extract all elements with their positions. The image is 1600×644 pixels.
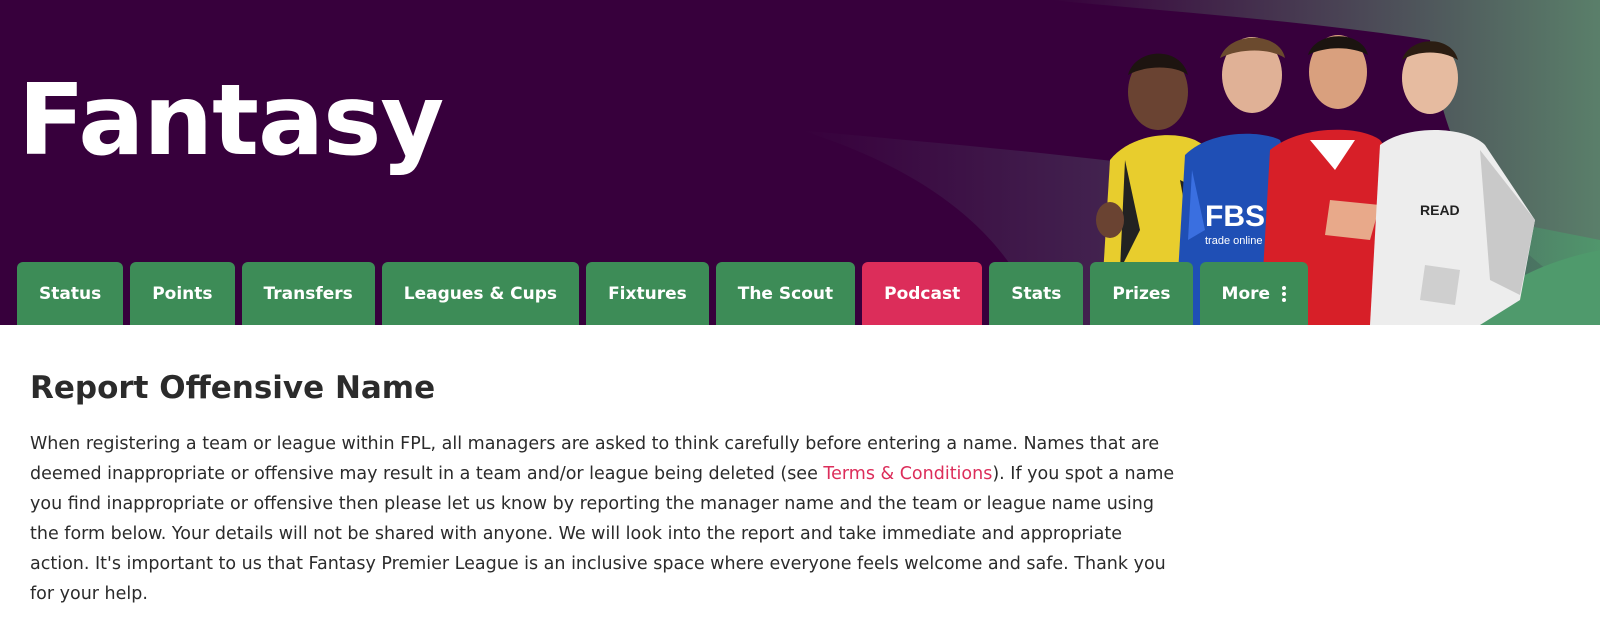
tab-stats[interactable]: Stats bbox=[989, 262, 1084, 325]
tab-label: Stats bbox=[1011, 283, 1062, 304]
section-heading: Report Offensive Name bbox=[30, 370, 436, 406]
tab-points[interactable]: Points bbox=[130, 262, 235, 325]
tab-label: Fixtures bbox=[608, 283, 687, 304]
shirt-text-fbs: FBS bbox=[1205, 200, 1265, 233]
player-goalkeeper: READ bbox=[1370, 41, 1535, 325]
intro-text-after-link: ). If you spot a name you find inappropr… bbox=[30, 464, 1175, 605]
tab-label: Leagues & Cups bbox=[403, 283, 558, 304]
shirt-text-trade-online: trade online bbox=[1205, 235, 1263, 247]
main-content: Report Offensive Name When registering a… bbox=[30, 370, 1180, 609]
tab-label: Prizes bbox=[1112, 283, 1171, 304]
tab-more[interactable]: More bbox=[1199, 262, 1309, 325]
tab-the-scout[interactable]: The Scout bbox=[715, 262, 856, 325]
tab-prizes[interactable]: Prizes bbox=[1090, 262, 1193, 325]
tab-leagues-cups[interactable]: Leagues & Cups bbox=[381, 262, 580, 325]
tab-label: Status bbox=[39, 283, 102, 304]
tab-podcast[interactable]: Podcast bbox=[862, 262, 983, 325]
shirt-text-read: READ bbox=[1420, 202, 1460, 218]
hero-header: Fantasy FBS trade online READ Status Poi… bbox=[0, 0, 1600, 325]
kebab-menu-icon bbox=[1282, 285, 1287, 302]
tab-label: Transfers bbox=[263, 283, 353, 304]
tab-transfers[interactable]: Transfers bbox=[241, 262, 375, 325]
tab-label: More bbox=[1221, 283, 1271, 304]
tab-status[interactable]: Status bbox=[17, 262, 124, 325]
page-title: Fantasy bbox=[18, 64, 444, 178]
page: Fantasy FBS trade online READ Status Poi… bbox=[0, 0, 1600, 644]
tab-label: Points bbox=[152, 283, 213, 304]
tab-label: The Scout bbox=[737, 283, 834, 304]
tab-fixtures[interactable]: Fixtures bbox=[586, 262, 709, 325]
terms-conditions-link[interactable]: Terms & Conditions bbox=[823, 464, 992, 484]
main-nav: Status Points Transfers Leagues & Cups F… bbox=[17, 262, 1315, 325]
tab-label: Podcast bbox=[884, 283, 961, 304]
intro-paragraph: When registering a team or league within… bbox=[30, 429, 1180, 609]
